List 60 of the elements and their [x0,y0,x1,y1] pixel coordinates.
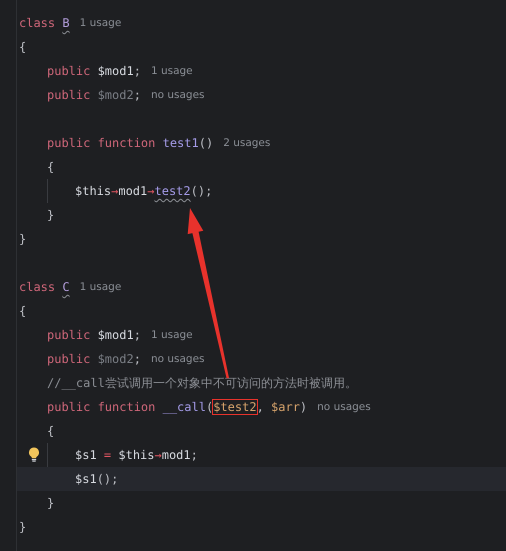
variable: $s1 [75,472,97,486]
arrow-operator: → [154,448,162,462]
punctuation: () [198,136,214,150]
brace: } [19,232,26,246]
arrow-operator: → [147,184,154,198]
punctuation: ( [206,400,214,414]
usage-hint[interactable]: no usages [317,401,371,413]
brace: { [47,160,54,174]
variable: $this [75,184,112,198]
keyword: public [47,64,92,78]
brace: } [47,496,54,510]
keyword: public [47,88,92,102]
field-name: $mod1 [98,64,134,78]
unused-field-name: $mod2 [98,352,134,366]
operator: = [102,448,112,462]
field-name: $mod1 [98,328,134,342]
brace: } [19,520,26,534]
keyword: class [19,16,56,30]
parameter: $arr [271,400,300,414]
keyword: public [47,136,92,150]
usage-hint[interactable]: 1 usage [80,17,122,29]
keyword: function [98,136,156,150]
property-name: mod1 [118,184,148,198]
punctuation: ; [134,352,141,366]
usage-hint[interactable]: 2 usages [223,137,270,149]
variable: $this [118,448,154,462]
brace: } [47,208,54,222]
punctuation: ; [190,448,198,462]
boxed-parameter: $test2 [213,400,257,414]
usage-hint[interactable]: no usages [150,353,205,365]
punctuation: ; [134,88,141,102]
lightbulb-icon[interactable] [28,447,40,462]
keyword: public [47,400,92,414]
keyword: public [47,352,92,366]
punctuation: ) [300,400,308,414]
usage-hint[interactable]: 1 usage [150,65,193,77]
punctuation: ; [134,64,141,78]
keyword: public [47,328,92,342]
function-name: __call [162,400,206,414]
arrow-operator: → [111,184,118,198]
brace: { [19,304,26,318]
punctuation: (); [96,472,118,486]
code-comment: //__call尝试调用一个对象中不可访问的方法时被调用。 [47,374,357,392]
punctuation: (); [190,184,212,198]
function-name: test1 [162,136,199,150]
keyword: class [19,280,56,294]
brace: { [19,40,26,54]
keyword: function [98,400,156,414]
property-name: mod1 [162,448,191,462]
usage-hint[interactable]: 1 usage [80,281,122,293]
variable: $s1 [75,448,97,462]
unused-field-name: $mod2 [98,88,134,102]
class-name: B [62,16,70,30]
usage-hint[interactable]: 1 usage [150,329,193,341]
usage-hint[interactable]: no usages [150,89,205,101]
class-name: C [62,280,70,294]
punctuation: , [256,400,265,414]
brace: { [47,424,54,438]
punctuation: ; [134,328,141,342]
function-name: test2 [154,184,191,198]
